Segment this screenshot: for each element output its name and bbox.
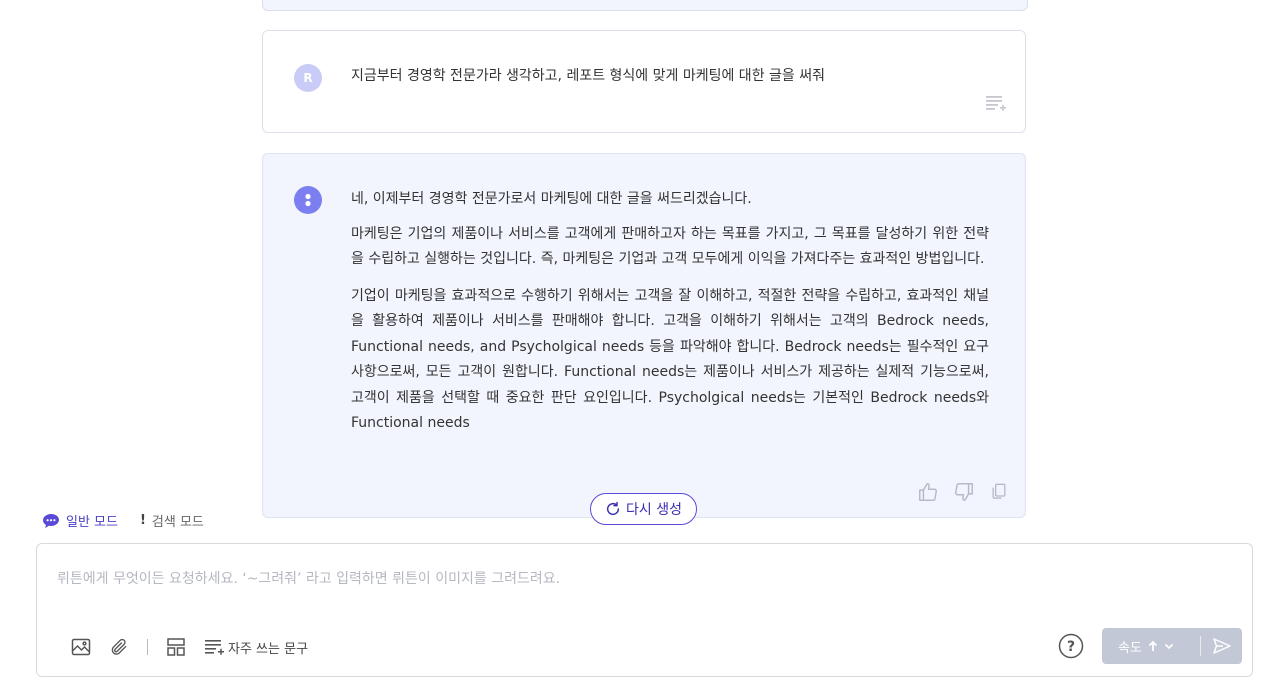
- normal-mode-tab[interactable]: 일반 모드: [42, 511, 118, 530]
- mode-switch: 일반 모드 ! 검색 모드: [42, 511, 204, 530]
- assistant-paragraph: 마케팅은 기업의 제품이나 서비스를 고객에게 판매하고자 하는 목표를 가지고…: [351, 225, 989, 268]
- regenerate-label: 다시 생성: [626, 502, 682, 518]
- toolbar-divider: [147, 639, 148, 655]
- attachment-icon[interactable]: [109, 637, 129, 657]
- thumbs-down-icon[interactable]: [953, 481, 975, 503]
- search-mode-label: 검색 모드: [151, 515, 204, 530]
- user-message-text: 지금부터 경영학 전문가라 생각하고, 레포트 형식에 맞게 마케팅에 대한 글…: [351, 68, 825, 84]
- input-toolbar: 자주 쓰는 문구: [71, 637, 308, 657]
- user-avatar-letter: R: [303, 71, 313, 85]
- chat-bubble-icon: [42, 513, 60, 529]
- user-avatar: R: [294, 64, 322, 92]
- assistant-paragraph: 기업이 마케팅을 효과적으로 수행하기 위해서는 고객을 잘 이해하고, 적절한…: [351, 287, 989, 432]
- previous-message-card: [262, 0, 1028, 11]
- assistant-avatar: [294, 186, 322, 214]
- svg-text:?: ?: [1067, 639, 1075, 655]
- add-list-icon: [204, 638, 226, 656]
- template-grid-icon[interactable]: [166, 637, 186, 657]
- message-actions: [917, 481, 1009, 503]
- refresh-icon: [605, 501, 621, 517]
- chevron-down-icon: [1164, 642, 1174, 650]
- send-button[interactable]: [1201, 637, 1242, 655]
- prompt-input[interactable]: 뤼튼에게 무엇이든 요청하세요. ‘~그려줘’ 라고 입력하면 뤼튼이 이미지를…: [57, 568, 560, 588]
- assistant-paragraph: 네, 이제부터 경영학 전문가로서 마케팅에 대한 글을 써드리겠습니다.: [351, 191, 752, 207]
- help-icon[interactable]: ?: [1058, 633, 1084, 659]
- speed-select[interactable]: 속도: [1102, 637, 1200, 656]
- assistant-logo-icon: [305, 193, 311, 207]
- search-mode-tab[interactable]: ! 검색 모드: [140, 511, 204, 530]
- send-icon: [1212, 637, 1232, 655]
- arrow-up-icon: [1148, 640, 1158, 652]
- send-button-group: 속도: [1102, 628, 1242, 664]
- frequent-phrases-label: 자주 쓰는 문구: [228, 641, 309, 657]
- exclamation-icon: !: [139, 513, 146, 528]
- image-upload-icon[interactable]: [71, 638, 91, 656]
- frequent-phrases-button[interactable]: 자주 쓰는 문구: [204, 638, 308, 657]
- prompt-input-box: 뤼튼에게 무엇이든 요청하세요. ‘~그려줘’ 라고 입력하면 뤼튼이 이미지를…: [36, 543, 1253, 677]
- assistant-message-text: 네, 이제부터 경영학 전문가로서 마케팅에 대한 글을 써드리겠습니다. 마케…: [351, 187, 989, 448]
- send-controls: ? 속도: [1058, 628, 1242, 664]
- regenerate-button[interactable]: 다시 생성: [590, 493, 697, 525]
- normal-mode-label: 일반 모드: [66, 515, 118, 530]
- add-to-notes-icon[interactable]: [985, 94, 1007, 116]
- thumbs-up-icon[interactable]: [917, 481, 939, 503]
- copy-icon[interactable]: [989, 481, 1009, 503]
- speed-label: 속도: [1118, 640, 1142, 656]
- assistant-message-card: 네, 이제부터 경영학 전문가로서 마케팅에 대한 글을 써드리겠습니다. 마케…: [262, 153, 1026, 518]
- user-message-card: R 지금부터 경영학 전문가라 생각하고, 레포트 형식에 맞게 마케팅에 대한…: [262, 30, 1026, 133]
